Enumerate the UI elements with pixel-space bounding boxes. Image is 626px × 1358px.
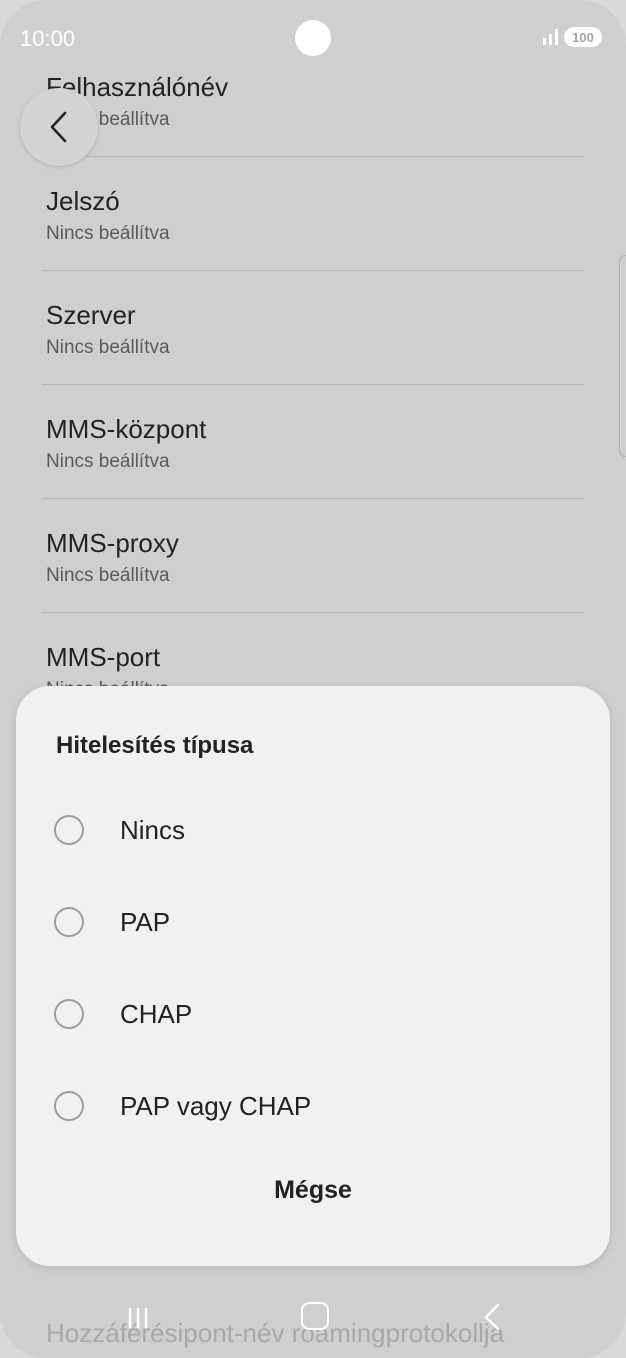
phone-screen: 10:00 100 Felhasználónév Nincs beállítva… xyxy=(0,0,626,1358)
list-item-server[interactable]: Szerver Nincs beállítva xyxy=(46,300,586,359)
back-button[interactable] xyxy=(20,88,98,166)
list-item-title: Jelszó xyxy=(46,186,120,216)
divider xyxy=(42,498,584,499)
battery-level: 100 xyxy=(572,29,594,45)
battery-icon: 100 xyxy=(564,27,602,47)
navigation-bar xyxy=(0,1292,626,1354)
radio-button[interactable] xyxy=(54,1091,84,1121)
list-item-subtitle: Nincs beállítva xyxy=(46,565,170,586)
divider xyxy=(42,384,584,385)
option-none[interactable]: Nincs xyxy=(54,800,594,860)
chevron-left-icon xyxy=(50,111,67,143)
list-item-title: MMS-központ xyxy=(46,414,207,444)
radio-button[interactable] xyxy=(54,907,84,937)
scroll-indicator[interactable] xyxy=(619,255,626,457)
status-time: 10:00 xyxy=(20,26,76,51)
list-item-subtitle: Nincs beállítva xyxy=(46,223,170,244)
option-label: PAP xyxy=(120,906,171,937)
status-bar: 10:00 100 xyxy=(0,0,626,60)
list-item-password[interactable]: Jelszó Nincs beállítva xyxy=(46,186,586,245)
dialog-title: Hitelesítés típusa xyxy=(56,732,254,759)
list-item-title: Felhasználónév xyxy=(46,72,229,102)
radio-button[interactable] xyxy=(54,815,84,845)
option-pap[interactable]: PAP xyxy=(54,892,594,952)
signal-icon xyxy=(543,29,558,45)
list-item-title: MMS-proxy xyxy=(46,528,179,558)
list-item-mms-center[interactable]: MMS-központ Nincs beállítva xyxy=(46,414,586,473)
divider xyxy=(42,612,584,613)
recent-apps-icon[interactable] xyxy=(124,1304,152,1332)
option-label: Nincs xyxy=(120,814,186,845)
option-label: PAP vagy CHAP xyxy=(120,1090,312,1121)
list-item-mms-proxy[interactable]: MMS-proxy Nincs beállítva xyxy=(46,528,586,587)
list-item-subtitle: Nincs beállítva xyxy=(46,109,170,130)
option-label: CHAP xyxy=(120,998,193,1029)
option-pap-or-chap[interactable]: PAP vagy CHAP xyxy=(54,1076,594,1136)
list-item-username[interactable]: Felhasználónév Nincs beállítva xyxy=(46,72,586,131)
divider xyxy=(42,156,584,157)
radio-button[interactable] xyxy=(54,999,84,1029)
divider xyxy=(42,270,584,271)
back-nav-icon[interactable] xyxy=(482,1302,502,1332)
option-chap[interactable]: CHAP xyxy=(54,984,594,1044)
auth-type-dialog: Hitelesítés típusa Nincs PAP CHAP PAP va… xyxy=(16,686,610,1266)
list-item-subtitle: Nincs beállítva xyxy=(46,451,170,472)
list-item-title: Szerver xyxy=(46,300,136,330)
list-item-subtitle: Nincs beállítva xyxy=(46,337,170,358)
camera-cutout xyxy=(295,20,331,56)
home-icon[interactable] xyxy=(301,1302,329,1330)
list-item-title: MMS-port xyxy=(46,642,161,672)
cancel-button[interactable]: Mégse xyxy=(16,1176,610,1205)
